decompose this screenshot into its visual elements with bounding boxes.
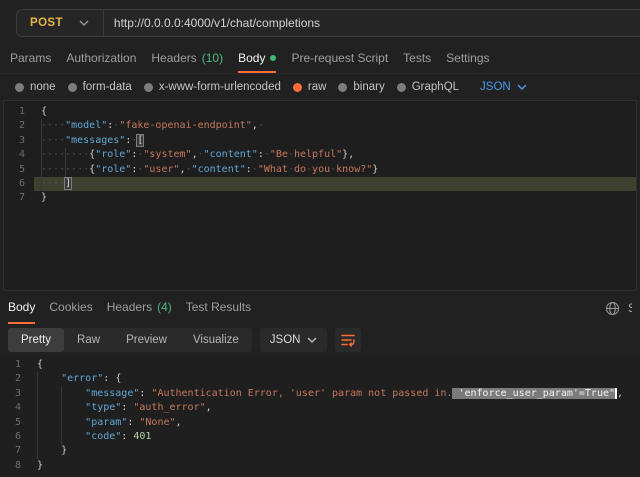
code-line: 7} (4, 191, 636, 205)
raw-format-selector[interactable]: JSON (480, 81, 527, 93)
body-modified-dot-icon (270, 55, 276, 61)
body-type-row: none form-data x-www-form-urlencoded raw… (0, 74, 640, 100)
line-number: 3 (4, 134, 34, 148)
view-pretty[interactable]: Pretty (8, 328, 64, 352)
line-number: 2 (4, 119, 34, 133)
code-line: 6 "code": 401 (0, 430, 640, 444)
code-line: 3 "message": "Authentication Error, 'use… (0, 387, 640, 401)
url-input[interactable]: http://0.0.0.0:4000/v1/chat/completions (104, 16, 320, 30)
code-line: 2····"model":·"fake-openai-endpoint",· (4, 119, 636, 133)
code-line: 8} (0, 459, 640, 473)
view-visualize[interactable]: Visualize (180, 328, 252, 352)
line-number: 4 (0, 401, 30, 415)
status-text-clipped: S (628, 303, 632, 315)
line-number: 1 (0, 358, 30, 372)
radio-icon (15, 83, 24, 92)
response-tab-cookies[interactable]: Cookies (49, 293, 92, 324)
indent-guide (65, 148, 66, 177)
line-number: 6 (4, 177, 34, 191)
code-line: 3····"messages":·[ (4, 134, 636, 148)
url-field: POST http://0.0.0.0:4000/v1/chat/complet… (16, 9, 640, 37)
headers-count: (10) (202, 51, 223, 65)
response-tab-headers[interactable]: Headers(4) (107, 293, 172, 324)
tab-pre-request-script[interactable]: Pre-request Script (291, 45, 388, 73)
code-line: 7 } (0, 444, 640, 458)
wrap-text-button[interactable] (335, 328, 361, 352)
indent-guide (61, 387, 62, 445)
code-line: 5 "param": "None", (0, 416, 640, 430)
tab-body[interactable]: Body (238, 45, 276, 73)
method-selector[interactable]: POST (17, 17, 103, 29)
line-number: 5 (0, 416, 30, 430)
method-label: POST (30, 17, 63, 29)
tab-params[interactable]: Params (10, 45, 51, 73)
indent-guide (41, 119, 42, 191)
radio-x-www-form-urlencoded[interactable]: x-www-form-urlencoded (144, 81, 281, 93)
radio-icon (338, 83, 347, 92)
radio-selected-icon (293, 83, 302, 92)
radio-none[interactable]: none (15, 81, 56, 93)
format-chevron-down-icon (517, 84, 527, 90)
line-number: 8 (0, 459, 30, 473)
response-tabs: Body Cookies Headers(4) Test Results S (0, 293, 640, 324)
view-raw[interactable]: Raw (64, 328, 113, 352)
code-line: 4········{"role":·"system",·"content":·"… (4, 148, 636, 162)
line-number: 4 (4, 148, 34, 162)
response-meta: S (605, 293, 632, 324)
line-number: 3 (0, 387, 30, 401)
tab-headers[interactable]: Headers(10) (151, 45, 223, 73)
tab-authorization[interactable]: Authorization (66, 45, 136, 73)
line-number: 7 (0, 444, 30, 458)
method-chevron-down-icon (79, 20, 89, 26)
line-number: 7 (4, 191, 34, 205)
response-format-selector[interactable]: JSON (260, 328, 328, 352)
globe-icon[interactable] (605, 301, 620, 316)
code-line: 6····] (4, 177, 636, 191)
response-tab-body[interactable]: Body (8, 293, 35, 324)
response-tab-test-results[interactable]: Test Results (186, 293, 251, 324)
tab-settings[interactable]: Settings (446, 45, 489, 73)
radio-binary[interactable]: binary (338, 81, 384, 93)
code-line: 2 "error": { (0, 372, 640, 386)
request-url-bar: POST http://0.0.0.0:4000/v1/chat/complet… (0, 0, 640, 45)
line-number: 1 (4, 105, 34, 119)
line-number: 6 (0, 430, 30, 444)
request-tabs: Params Authorization Headers(10) Body Pr… (0, 45, 640, 74)
line-number: 5 (4, 163, 34, 177)
radio-raw[interactable]: raw (293, 81, 327, 93)
radio-graphql[interactable]: GraphQL (397, 81, 459, 93)
code-line: 5········{"role":·"user",·"content":·"Wh… (4, 163, 636, 177)
radio-form-data[interactable]: form-data (68, 81, 132, 93)
radio-icon (68, 83, 77, 92)
view-preview[interactable]: Preview (113, 328, 180, 352)
line-number: 2 (0, 372, 30, 386)
request-body-editor[interactable]: 1{2····"model":·"fake-openai-endpoint",·… (3, 100, 637, 291)
code-line: 4 "type": "auth_error", (0, 401, 640, 415)
response-body-viewer[interactable]: 1{2 "error": {3 "message": "Authenticati… (0, 355, 640, 477)
code-line: 1{ (4, 105, 636, 119)
wrap-text-icon (340, 332, 356, 348)
tab-tests[interactable]: Tests (403, 45, 431, 73)
radio-icon (397, 83, 406, 92)
response-view-switcher: Pretty Raw Preview Visualize (8, 328, 252, 352)
response-format-chevron-icon (307, 337, 317, 343)
response-headers-count: (4) (157, 300, 172, 314)
indent-guide (37, 372, 38, 458)
response-view-row: Pretty Raw Preview Visualize JSON (0, 324, 640, 355)
radio-icon (144, 83, 153, 92)
code-line: 1{ (0, 358, 640, 372)
